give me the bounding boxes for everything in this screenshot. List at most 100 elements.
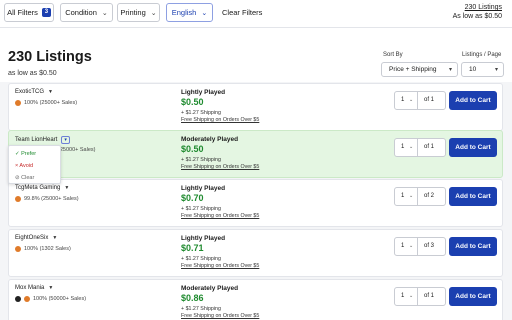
chevron-down-icon: ⌄ <box>150 9 157 17</box>
add-to-cart-button[interactable]: Add to Cart <box>449 287 497 306</box>
condition: Moderately Played <box>181 136 239 143</box>
avoid-seller-option[interactable]: × Avoid <box>15 163 33 169</box>
free-shipping-link[interactable]: Free Shipping on Orders Over $5 <box>181 313 259 319</box>
listing-row: Mox Mania ▼ 100% (50000+ Sales) Moderate… <box>8 279 503 320</box>
seller-name[interactable]: TcgMeta Gaming <box>15 185 60 191</box>
listing-row: EightOneSix ▼ 100% (1302 Sales) Lightly … <box>8 229 503 277</box>
quantity-value: 1 <box>401 293 405 299</box>
gold-star-seller-icon <box>15 100 21 106</box>
seller-rating: 100% (1302 Sales) <box>24 246 71 252</box>
seller-rating: (25000+ Sales) <box>58 147 96 153</box>
shipping: + $1.27 Shipping <box>181 157 221 163</box>
free-shipping-link[interactable]: Free Shipping on Orders Over $5 <box>181 117 259 123</box>
gold-star-seller-icon <box>15 196 21 202</box>
all-filters-label: All Filters <box>7 8 38 17</box>
condition-filter-label: Condition <box>65 8 97 17</box>
seller-rating: 100% (50000+ Sales) <box>33 296 87 302</box>
seller-rating: 99.8% (25000+ Sales) <box>24 196 79 202</box>
quantity-select[interactable]: 1 ⌄ of 1 <box>394 138 446 157</box>
filter-count-badge: 3 <box>41 8 51 17</box>
language-filter-button[interactable]: English ⌄ <box>166 3 213 22</box>
page-title: 230 Listings <box>8 49 92 65</box>
per-page-label: Listings / Page <box>462 52 502 58</box>
chevron-down-icon: ⌄ <box>409 193 414 199</box>
quantity-available: of 1 <box>424 97 435 103</box>
seller-name[interactable]: Team LionHeart <box>15 137 57 143</box>
quantity-available: of 2 <box>424 193 435 199</box>
quantity-available: of 1 <box>424 293 435 299</box>
quantity-select[interactable]: 1 ⌄ of 3 <box>394 237 446 256</box>
condition: Lightly Played <box>181 185 226 192</box>
chevron-down-icon: ⌄ <box>409 243 414 249</box>
per-page-select[interactable]: 10 ▾ <box>461 62 504 77</box>
listing-summary: 230 Listings As low as $0.50 <box>453 3 502 21</box>
seller-menu-chevron-icon[interactable]: ▾ <box>61 136 70 144</box>
add-to-cart-button[interactable]: Add to Cart <box>449 138 497 157</box>
condition: Lightly Played <box>181 235 226 242</box>
quantity-value: 1 <box>401 144 405 150</box>
divider <box>417 238 418 255</box>
shipping: + $1.27 Shipping <box>181 206 221 212</box>
prefer-seller-option[interactable]: ✓ Prefer <box>15 151 36 157</box>
chevron-down-icon: ▾ <box>448 67 452 73</box>
seller-name[interactable]: Mox Mania <box>15 285 44 291</box>
divider <box>417 92 418 109</box>
quantity-select[interactable]: 1 ⌄ of 2 <box>394 187 446 206</box>
quantity-value: 1 <box>401 193 405 199</box>
divider <box>417 188 418 205</box>
condition-filter-button[interactable]: Condition ⌄ <box>60 3 113 22</box>
clear-filters-link[interactable]: Clear Filters <box>222 8 262 17</box>
seller-rating: 100% (25000+ Sales) <box>24 100 78 106</box>
listing-row-highlighted: Team LionHeart ▾ (25000+ Sales) Moderate… <box>8 130 503 178</box>
seller-menu-chevron-icon[interactable]: ▼ <box>64 185 69 191</box>
listings-header: 230 Listings as low as $0.50 Sort By Pri… <box>0 28 512 82</box>
printing-filter-button[interactable]: Printing ⌄ <box>117 3 160 22</box>
page-subtitle: as low as $0.50 <box>8 70 57 77</box>
summary-low-price: As low as $0.50 <box>452 13 502 20</box>
printing-filter-label: Printing <box>120 8 146 17</box>
sort-value: Price + Shipping <box>389 66 437 73</box>
add-to-cart-button[interactable]: Add to Cart <box>449 91 497 110</box>
sort-select[interactable]: Price + Shipping ▾ <box>381 62 458 77</box>
price: $0.86 <box>181 293 204 303</box>
gold-star-seller-icon <box>24 296 30 302</box>
listing-row: ExoticTCG ▼ 100% (25000+ Sales) Lightly … <box>8 83 503 131</box>
quantity-select[interactable]: 1 ⌄ of 1 <box>394 91 446 110</box>
add-to-cart-button[interactable]: Add to Cart <box>449 237 497 256</box>
seller-menu-chevron-icon[interactable]: ▼ <box>52 235 57 241</box>
clear-seller-option[interactable]: ⊘ Clear <box>15 175 34 181</box>
quantity-value: 1 <box>401 243 405 249</box>
chevron-down-icon: ⌄ <box>201 9 208 17</box>
quantity-value: 1 <box>401 97 405 103</box>
quantity-select[interactable]: 1 ⌄ of 1 <box>394 287 446 306</box>
all-filters-button[interactable]: All Filters 3 <box>4 3 54 22</box>
price: $0.71 <box>181 243 204 253</box>
seller-name[interactable]: EightOneSix <box>15 235 48 241</box>
chevron-down-icon: ▾ <box>494 67 498 73</box>
seller-name[interactable]: ExoticTCG <box>15 89 44 95</box>
quantity-available: of 3 <box>424 243 435 249</box>
price: $0.70 <box>181 193 204 203</box>
gold-star-seller-icon <box>15 246 21 252</box>
seller-menu-chevron-icon[interactable]: ▼ <box>48 285 53 291</box>
quantity-available: of 1 <box>424 144 435 150</box>
free-shipping-link[interactable]: Free Shipping on Orders Over $5 <box>181 263 259 269</box>
condition: Moderately Played <box>181 285 239 292</box>
divider <box>417 288 418 305</box>
shipping: + $1.27 Shipping <box>181 110 221 116</box>
seller-menu-chevron-icon[interactable]: ▼ <box>48 89 53 95</box>
listing-row: TcgMeta Gaming ▼ 99.8% (25000+ Sales) Li… <box>8 179 503 227</box>
free-shipping-link[interactable]: Free Shipping on Orders Over $5 <box>181 213 259 219</box>
seller-badge-icon <box>15 296 21 302</box>
per-page-value: 10 <box>469 66 477 73</box>
add-to-cart-button[interactable]: Add to Cart <box>449 187 497 206</box>
condition: Lightly Played <box>181 89 226 96</box>
free-shipping-link[interactable]: Free Shipping on Orders Over $5 <box>181 164 259 170</box>
sort-label: Sort By <box>383 52 403 58</box>
divider <box>417 139 418 156</box>
price: $0.50 <box>181 144 204 154</box>
chevron-down-icon: ⌄ <box>101 9 108 17</box>
shipping: + $1.27 Shipping <box>181 256 221 262</box>
chevron-down-icon: ⌄ <box>409 97 414 103</box>
summary-count-link[interactable]: 230 Listings <box>453 3 502 12</box>
